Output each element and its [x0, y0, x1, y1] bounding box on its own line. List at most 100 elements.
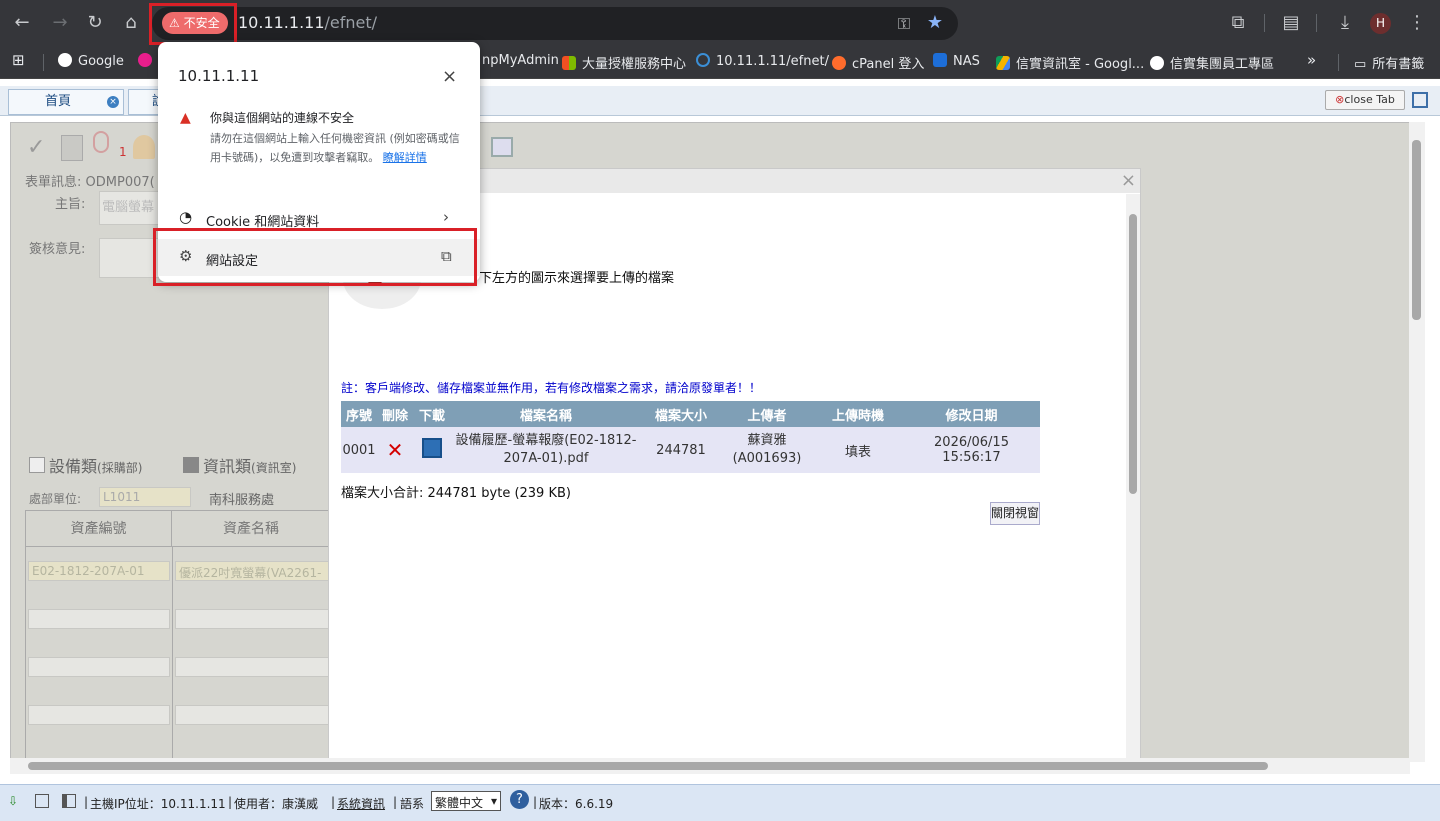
- th-filename: 檔案名稱: [451, 401, 641, 427]
- filename-link[interactable]: 設備履歷-螢幕報廢(E02-1812-207A-01).pdf: [456, 433, 637, 466]
- close-tab-button[interactable]: ⊗close Tab: [1325, 90, 1405, 110]
- delete-x-icon[interactable]: ✕: [387, 438, 404, 462]
- all-bookmarks-folder[interactable]: ▭ 所有書籤: [1354, 53, 1424, 72]
- uploader-name: 蘇資雅: [747, 433, 787, 448]
- th-download: 下載: [413, 401, 451, 427]
- table-row: 0001 ✕ 設備履歷-螢幕報廢(E02-1812-207A-01).pdf 2…: [341, 427, 1040, 473]
- extensions-icon[interactable]: ⧉: [1226, 11, 1250, 35]
- bookmark-star-icon[interactable]: ★: [923, 11, 947, 35]
- menu-kebab-icon[interactable]: ⋮: [1405, 11, 1429, 35]
- highlight-box-security-chip: [149, 3, 237, 45]
- dialog-scroll-thumb[interactable]: [1129, 214, 1137, 494]
- asset-table-divider: [172, 547, 173, 761]
- asset-name-field-empty[interactable]: [175, 705, 329, 725]
- bookmark-drive[interactable]: 信實資訊室 - Googl...: [996, 53, 1144, 72]
- home-icon[interactable]: ⌂: [119, 11, 143, 35]
- layout-toggle-icon[interactable]: [1412, 92, 1428, 108]
- cpanel-icon: [832, 56, 846, 70]
- system-info-link[interactable]: 系統資訊: [337, 795, 385, 812]
- tab-close-icon[interactable]: ×: [107, 96, 119, 108]
- bookmark-partial[interactable]: [138, 53, 158, 69]
- bookmark-efnet[interactable]: 10.11.1.11/efnet/: [696, 53, 829, 69]
- asset-no-field-empty[interactable]: [28, 705, 170, 725]
- bookmark-staff-area[interactable]: 信實集團員工專區: [1150, 53, 1274, 72]
- asset-no-field[interactable]: E02-1812-207A-01: [28, 561, 170, 581]
- asset-name-field[interactable]: 優派22吋寬螢幕(VA2261-: [175, 561, 329, 581]
- export-icon[interactable]: ⇩: [8, 794, 18, 808]
- dept-code-field[interactable]: L1011: [99, 487, 191, 507]
- bookmark-nas[interactable]: NAS: [933, 53, 980, 69]
- asset-table: 資產編號 資產名稱 E02-1812-207A-01 優派22吋寬螢幕(VA22…: [25, 510, 330, 761]
- asset-no-field-empty[interactable]: [28, 609, 170, 629]
- popup-host: 10.11.1.11: [178, 67, 260, 85]
- learn-more-link[interactable]: 瞭解詳情: [383, 151, 427, 164]
- table-view-icon[interactable]: [491, 137, 513, 157]
- info-type-label: 資訊類(資訊室): [203, 453, 296, 477]
- downloads-icon[interactable]: ⤓: [1333, 11, 1357, 35]
- th-seq: 序號: [341, 401, 377, 427]
- language-select[interactable]: 繁體中文 ▾: [431, 791, 501, 811]
- close-window-button[interactable]: 關閉視窗: [990, 502, 1040, 525]
- cell-timing: 填表: [813, 427, 903, 473]
- dialog-close-icon[interactable]: ×: [1121, 170, 1136, 191]
- bookmark-label: 大量授權服務中心: [582, 57, 687, 72]
- help-icon[interactable]: ?: [510, 790, 529, 809]
- save-disk-icon[interactable]: [422, 438, 442, 458]
- warning-triangle-icon: ▲: [180, 110, 191, 126]
- popup-close-icon[interactable]: ×: [442, 66, 457, 87]
- attachment-icon[interactable]: [93, 131, 109, 153]
- form-info-value: ODMP007(: [85, 175, 155, 190]
- equipment-type-text: 設備類: [49, 457, 98, 476]
- bookmark-google[interactable]: Google: [58, 53, 124, 69]
- form-info-label: 表單訊息: ODMP007(: [25, 171, 155, 190]
- cell-modified: 2026/06/15 15:56:17: [903, 427, 1040, 473]
- info-type-checkbox[interactable]: [183, 457, 199, 473]
- cell-seq: 0001: [341, 427, 377, 473]
- close-circle-icon: ⊗: [1335, 93, 1345, 106]
- bookmark-label: NAS: [953, 54, 980, 69]
- list-icon[interactable]: [35, 794, 49, 808]
- bookmark-phpmyadmin[interactable]: npMyAdmin: [482, 53, 559, 68]
- col-asset-no: 資產編號: [26, 511, 172, 547]
- back-icon[interactable]: ←: [10, 11, 34, 35]
- horizontal-scroll-thumb[interactable]: [28, 762, 1268, 770]
- th-uploader: 上傳者: [721, 401, 813, 427]
- dialog-scrollbar[interactable]: [1126, 194, 1140, 764]
- page-vertical-scrollbar[interactable]: [1409, 122, 1425, 762]
- tab-home[interactable]: 首頁 ×: [8, 89, 124, 115]
- close-tab-label: close Tab: [1344, 93, 1395, 106]
- asset-name-field-empty[interactable]: [175, 657, 329, 677]
- equipment-type-sub: (採購部): [97, 461, 143, 475]
- toolbar-divider: [1316, 14, 1317, 32]
- cookie-icon: ◔: [179, 208, 193, 226]
- document-icon[interactable]: [61, 135, 83, 161]
- opinion-label: 簽核意見:: [29, 242, 86, 257]
- bookmark-divider: [43, 54, 44, 71]
- bookmark-label: 信實集團員工專區: [1170, 57, 1275, 72]
- bookmarks-overflow-button[interactable]: »: [1307, 51, 1316, 69]
- user-add-icon[interactable]: [133, 135, 155, 159]
- status-divider: |: [331, 795, 336, 809]
- equipment-type-checkbox[interactable]: [29, 457, 45, 473]
- password-key-icon[interactable]: ⚿: [892, 12, 916, 36]
- forward-icon[interactable]: →: [48, 11, 72, 35]
- file-size-total: 檔案大小合計: 244781 byte (239 KB): [341, 486, 571, 501]
- approve-check-icon[interactable]: ✓: [27, 135, 45, 160]
- reload-icon[interactable]: ↻: [83, 11, 107, 35]
- page-horizontal-scrollbar[interactable]: [10, 758, 1410, 774]
- microsoft-icon: [562, 56, 576, 70]
- info-type-sub: (資訊室): [251, 461, 297, 475]
- reading-list-icon[interactable]: ▤: [1279, 11, 1303, 35]
- asset-no-field-empty[interactable]: [28, 657, 170, 677]
- info-type-text: 資訊類: [203, 457, 252, 476]
- bookmark-cpanel[interactable]: cPanel 登入: [832, 53, 924, 72]
- warning-title: 你與這個網站的連線不安全: [210, 111, 355, 125]
- url-text[interactable]: 10.11.1.11/efnet/: [238, 13, 377, 32]
- bookmark-favicon: [138, 53, 152, 67]
- bookmark-license-center[interactable]: 大量授權服務中心: [562, 53, 686, 72]
- vertical-scroll-thumb[interactable]: [1412, 140, 1421, 320]
- panel-icon[interactable]: [62, 794, 76, 808]
- apps-grid-icon[interactable]: ⊞: [12, 51, 25, 69]
- asset-name-field-empty[interactable]: [175, 609, 329, 629]
- profile-avatar[interactable]: H: [1370, 13, 1391, 34]
